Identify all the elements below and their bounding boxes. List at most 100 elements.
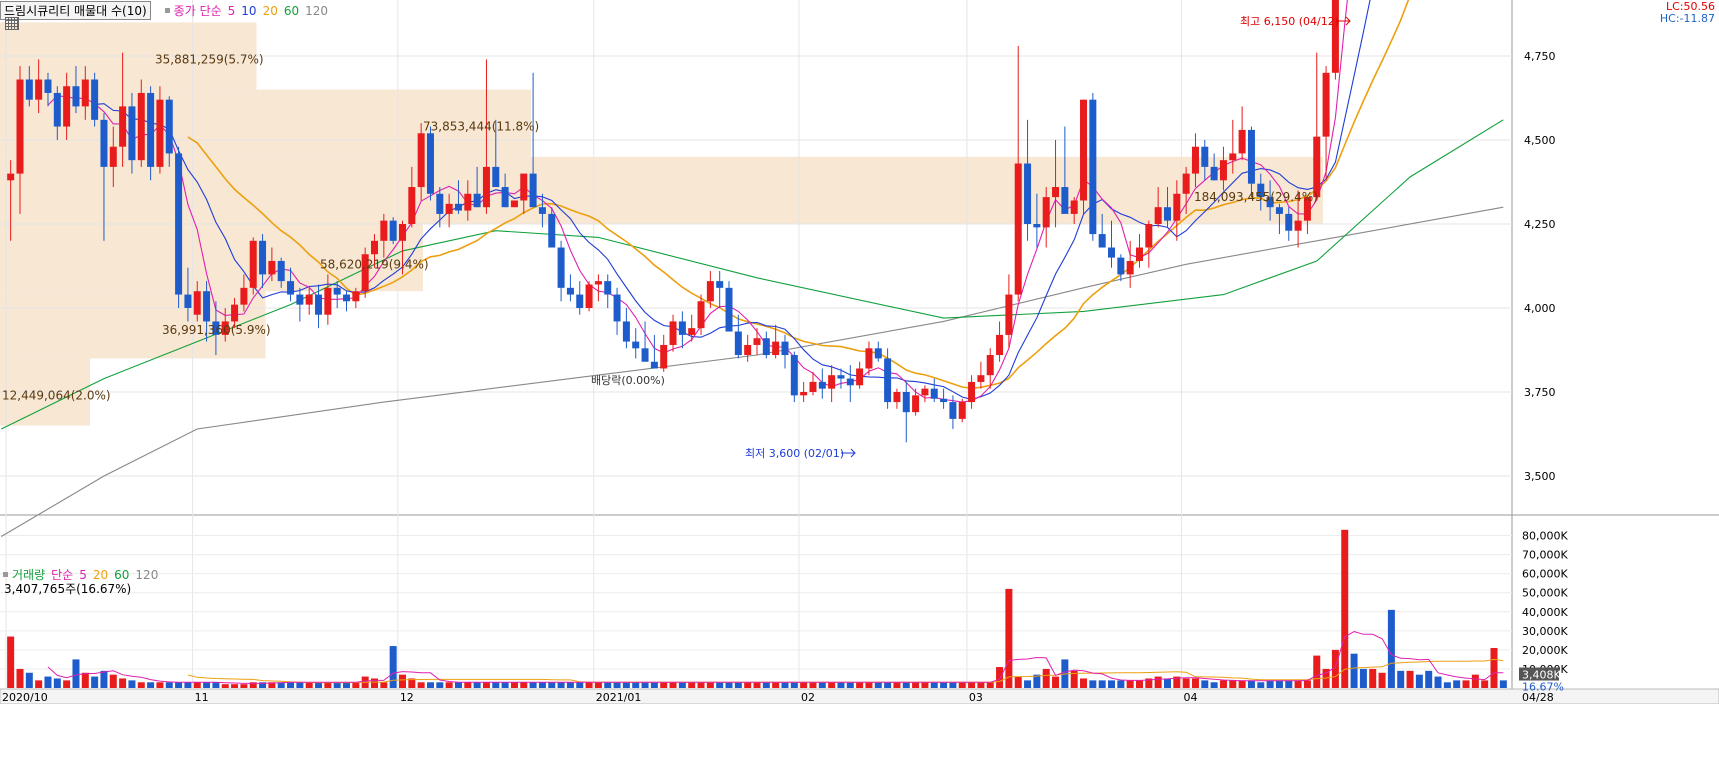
candle-body <box>1163 207 1171 221</box>
volume-bar <box>1238 680 1246 688</box>
candle-body <box>1052 187 1060 198</box>
candle-body <box>1033 224 1041 228</box>
volume-bar <box>1229 680 1237 688</box>
ma-period-5: 5 <box>227 3 236 18</box>
candle-body <box>1061 187 1069 214</box>
volume-bar <box>315 682 323 688</box>
volume-bar <box>1126 680 1134 688</box>
candle-body <box>352 291 360 302</box>
candle-body <box>175 153 183 295</box>
volume-bar <box>716 682 724 688</box>
volume-stat: 3,407,765주(16.67%) <box>4 582 132 596</box>
candle-body <box>63 86 71 127</box>
candle-body <box>445 203 453 214</box>
volume-bar <box>1443 682 1451 688</box>
volume-bar <box>594 682 602 688</box>
volume-bar <box>566 682 574 688</box>
legend-square-icon <box>164 8 170 13</box>
table-grid-icon[interactable] <box>5 17 19 30</box>
volume-bar <box>352 682 360 688</box>
candle-body <box>837 375 845 379</box>
candle-body <box>1229 153 1237 161</box>
volume-bar <box>1387 609 1395 688</box>
candle-body <box>501 187 509 208</box>
candle-body <box>1080 99 1088 201</box>
candle-body <box>772 341 780 356</box>
legend-square-icon <box>3 572 8 577</box>
volume-bar <box>1117 680 1125 688</box>
volume-bar <box>874 682 882 688</box>
volume-profile-label: 58,620,219(9.4%) <box>320 257 429 271</box>
volume-bar <box>240 684 248 688</box>
candle-body <box>613 294 621 322</box>
volume-bar <box>557 682 565 688</box>
volume-bar <box>1453 680 1461 688</box>
candle-body <box>996 334 1004 356</box>
candle-body <box>119 106 127 147</box>
volume-bar <box>436 682 444 688</box>
candle-body <box>1117 257 1125 275</box>
volume-bar <box>846 682 854 688</box>
volume-bar <box>1425 670 1433 688</box>
volume-bar <box>520 682 528 688</box>
volume-bar <box>650 682 658 688</box>
volume-bar <box>128 680 136 688</box>
x-tick-label: 11 <box>195 691 209 704</box>
candle-body <box>641 348 649 362</box>
volume-bar <box>632 682 640 688</box>
candle-body <box>716 281 724 288</box>
chart-title[interactable]: 드림시큐리티 매물대 수(10) <box>0 1 151 20</box>
volume-bar <box>688 682 696 688</box>
stock-chart[interactable]: 6,0005,7505,5005,2505,0004,7504,5004,250… <box>0 0 1719 772</box>
candle-body <box>1331 0 1339 73</box>
candle-body <box>884 358 892 403</box>
volume-bar <box>1490 647 1498 688</box>
candle-body <box>91 79 99 120</box>
candle-body <box>128 106 136 161</box>
x-tick-label: 2021/01 <box>596 691 642 704</box>
volume-bar <box>893 682 901 688</box>
candle-body <box>725 287 733 332</box>
candle-body <box>818 381 826 389</box>
volume-bar <box>1481 680 1489 688</box>
candle-body <box>874 348 882 359</box>
y-tick-label: 4,250 <box>1524 218 1556 231</box>
candle-body <box>249 240 257 288</box>
volume-bar <box>772 682 780 688</box>
volume-bar <box>305 682 313 688</box>
candle-body <box>921 388 929 396</box>
volume-bar <box>184 682 192 688</box>
volume-bar <box>697 682 705 688</box>
volume-bar <box>492 682 500 688</box>
volume-bar <box>781 682 789 688</box>
volume-bar <box>482 682 490 688</box>
volume-bar <box>137 682 145 688</box>
chart-canvas[interactable]: 6,0005,7505,5005,2505,0004,7504,5004,250… <box>0 0 1719 772</box>
candle-body <box>1024 163 1032 224</box>
volume-bar <box>641 682 649 688</box>
candle-body <box>1322 72 1330 137</box>
candle-body <box>650 361 658 369</box>
candle-body <box>492 166 500 188</box>
candle-body <box>165 99 173 154</box>
candle-body <box>632 341 640 349</box>
candle-body <box>1173 193 1181 221</box>
x-tick-label: 03 <box>969 691 983 704</box>
volume-tick-label: 60,000K <box>1522 568 1568 581</box>
candle-body <box>436 193 444 214</box>
candle-body <box>1238 129 1246 154</box>
candle-body <box>1135 247 1143 261</box>
volume-bar <box>389 646 397 688</box>
x-tick-label: 02 <box>801 691 815 704</box>
y-tick-label: 4,500 <box>1524 134 1556 147</box>
volume-bar <box>1369 668 1377 688</box>
volume-bar <box>940 682 948 688</box>
candle-body <box>566 287 574 295</box>
volume-bar <box>968 682 976 688</box>
volume-bar <box>1163 678 1171 688</box>
volume-bar <box>1275 680 1283 688</box>
candle-body <box>35 79 43 100</box>
dividend-annotation: 배당락(0.00%) <box>591 374 665 387</box>
volume-bar <box>1285 680 1293 688</box>
volume-bar <box>1182 678 1190 688</box>
